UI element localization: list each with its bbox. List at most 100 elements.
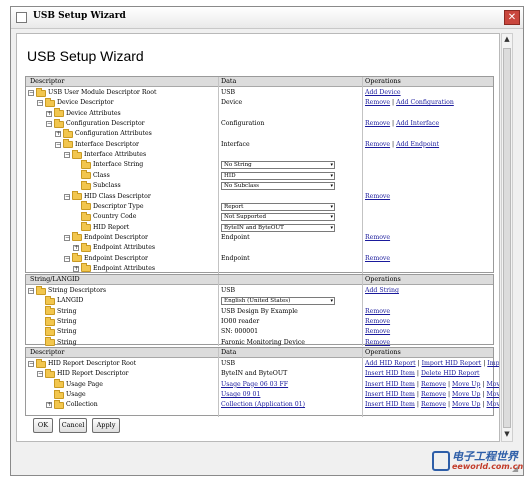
operation-link[interactable]: Add Interface: [396, 120, 439, 127]
tree-row[interactable]: − HID Report Descriptor Root USB Add HID Re…: [26, 358, 499, 369]
value-dropdown[interactable]: English (United States) ▾: [221, 297, 335, 306]
tree-row[interactable]: − Interface Descriptor Interface Remove | A…: [26, 139, 493, 150]
tree-row[interactable]: Descriptor Type Report ▾: [26, 201, 493, 212]
tree-row[interactable]: + Collection Collection (Application 01) In…: [26, 399, 499, 410]
operation-link[interactable]: Add Device: [365, 89, 401, 96]
cancel-button[interactable]: Cancel: [59, 418, 87, 433]
tree-row[interactable]: − Device Descriptor Device Remove | Add Con…: [26, 97, 493, 108]
operation-link[interactable]: Move Up: [452, 401, 480, 408]
operation-link[interactable]: Move Down: [486, 391, 499, 398]
chevron-down-icon[interactable]: ▾: [330, 225, 333, 232]
tree-row[interactable]: HID Report ByteIN and ByteOUT ▾: [26, 222, 493, 233]
column-header[interactable]: Operations: [365, 275, 401, 283]
operation-link[interactable]: Import HID Report: [422, 360, 482, 367]
tree-row[interactable]: LANGID English (United States) ▾: [26, 295, 493, 306]
operation-link[interactable]: Add Configuration: [396, 99, 454, 106]
collapse-icon[interactable]: −: [64, 152, 70, 159]
expand-icon[interactable]: +: [73, 245, 79, 252]
collapse-icon[interactable]: −: [46, 121, 52, 128]
operation-link[interactable]: Remove: [365, 120, 390, 127]
operation-link[interactable]: Remove: [365, 328, 390, 335]
operation-link[interactable]: Move Up: [452, 391, 480, 398]
chevron-down-icon[interactable]: ▾: [330, 214, 333, 221]
tree-row[interactable]: + Device Attributes: [26, 108, 493, 119]
chevron-down-icon[interactable]: ▾: [330, 162, 333, 169]
value-dropdown[interactable]: Not Supported ▾: [221, 213, 335, 222]
operation-link[interactable]: Add HID Report: [365, 360, 416, 367]
operation-link[interactable]: Insert HID Item: [365, 391, 415, 398]
operation-link[interactable]: Remove: [365, 193, 390, 200]
scroll-up-icon[interactable]: ▲: [502, 35, 512, 45]
tree-row[interactable]: − Endpoint Descriptor Endpoint Remove: [26, 253, 493, 264]
column-header[interactable]: Operations: [365, 348, 401, 356]
column-header[interactable]: Descriptor: [30, 348, 64, 356]
data-link[interactable]: Usage Page 06 03 FF: [221, 380, 288, 390]
column-header[interactable]: Operations: [365, 77, 401, 85]
operation-link[interactable]: Move Down: [486, 381, 499, 388]
value-dropdown[interactable]: ByteIN and ByteOUT ▾: [221, 223, 335, 232]
tree-row[interactable]: − USB User Module Descriptor Root USB Add D…: [26, 87, 493, 98]
expand-icon[interactable]: +: [46, 110, 52, 117]
chevron-down-icon[interactable]: ▾: [330, 204, 333, 211]
operation-link[interactable]: Add Endpoint: [396, 141, 439, 148]
operation-link[interactable]: Remove: [365, 308, 390, 315]
tree-row[interactable]: − Configuration Descriptor Configuration Re…: [26, 118, 493, 129]
operation-link[interactable]: Delete HID Report: [421, 370, 480, 377]
operation-link[interactable]: Remove: [421, 381, 446, 388]
tree-row[interactable]: Subclass No Subclass ▾: [26, 180, 493, 191]
column-header[interactable]: Data: [221, 348, 236, 356]
ok-button[interactable]: OK: [33, 418, 53, 433]
vertical-scrollbar[interactable]: ▲ ▼: [501, 33, 513, 442]
operation-link[interactable]: Remove: [421, 391, 446, 398]
column-header[interactable]: Data: [221, 77, 236, 85]
chevron-down-icon[interactable]: ▾: [330, 173, 333, 180]
tree-row[interactable]: + Endpoint Attributes: [26, 242, 493, 253]
tree-row[interactable]: + Configuration Attributes: [26, 128, 493, 139]
operation-link[interactable]: Remove: [365, 234, 390, 241]
collapse-icon[interactable]: −: [37, 371, 43, 378]
tree-row[interactable]: − String Descriptors USB Add String: [26, 285, 493, 296]
value-dropdown[interactable]: HID ▾: [221, 171, 335, 180]
tree-row[interactable]: Usage Page Usage Page 06 03 FF Insert HID …: [26, 379, 499, 390]
collapse-icon[interactable]: −: [55, 141, 61, 148]
tree-row[interactable]: − Interface Attributes: [26, 149, 493, 160]
value-dropdown[interactable]: No String ▾: [221, 161, 335, 170]
column-header[interactable]: String/LANGID: [30, 275, 80, 283]
tree-row[interactable]: + Endpoint Attributes: [26, 263, 493, 274]
operation-link[interactable]: Import HID Report Template: [487, 360, 499, 367]
tree-row[interactable]: − Endpoint Descriptor Endpoint Remove: [26, 232, 493, 243]
tree-row[interactable]: Class HID ▾: [26, 170, 493, 181]
tree-row[interactable]: String USB Design By Example Remove: [26, 306, 493, 317]
data-link[interactable]: Collection (Application 01): [221, 400, 305, 410]
operation-link[interactable]: Move Down: [486, 401, 499, 408]
tree-row[interactable]: String SN: 000001 Remove: [26, 326, 493, 337]
tree-row[interactable]: − HID Class Descriptor Remove: [26, 191, 493, 202]
operation-link[interactable]: Move Up: [452, 381, 480, 388]
tree-row[interactable]: Country Code Not Supported ▾: [26, 211, 493, 222]
scroll-thumb[interactable]: [503, 48, 511, 428]
operation-link[interactable]: Remove: [421, 401, 446, 408]
tree-row[interactable]: String IO00 reader Remove: [26, 316, 493, 327]
chevron-down-icon[interactable]: ▾: [330, 298, 333, 305]
tree-row[interactable]: − HID Report Descriptor ByteIN and ByteOUT…: [26, 368, 493, 379]
collapse-icon[interactable]: −: [28, 90, 34, 96]
collapse-icon[interactable]: −: [37, 100, 43, 107]
operation-link[interactable]: Insert HID Item: [365, 401, 415, 408]
expand-icon[interactable]: +: [73, 265, 79, 272]
expand-icon[interactable]: +: [46, 402, 52, 409]
expand-icon[interactable]: +: [55, 131, 61, 138]
column-header[interactable]: Descriptor: [30, 77, 64, 85]
collapse-icon[interactable]: −: [28, 288, 34, 294]
chevron-down-icon[interactable]: ▾: [330, 183, 333, 190]
scroll-down-icon[interactable]: ▼: [502, 430, 512, 440]
operation-link[interactable]: Insert HID Item: [365, 370, 415, 377]
collapse-icon[interactable]: −: [28, 361, 34, 367]
value-dropdown[interactable]: No Subclass ▾: [221, 182, 335, 191]
operation-link[interactable]: Insert HID Item: [365, 381, 415, 388]
collapse-icon[interactable]: −: [64, 234, 70, 241]
operation-link[interactable]: Remove: [365, 255, 390, 262]
operation-link[interactable]: Remove: [365, 141, 390, 148]
operation-link[interactable]: Add String: [365, 287, 399, 294]
apply-button[interactable]: Apply: [92, 418, 120, 433]
data-link[interactable]: Usage 09 01: [221, 390, 260, 400]
